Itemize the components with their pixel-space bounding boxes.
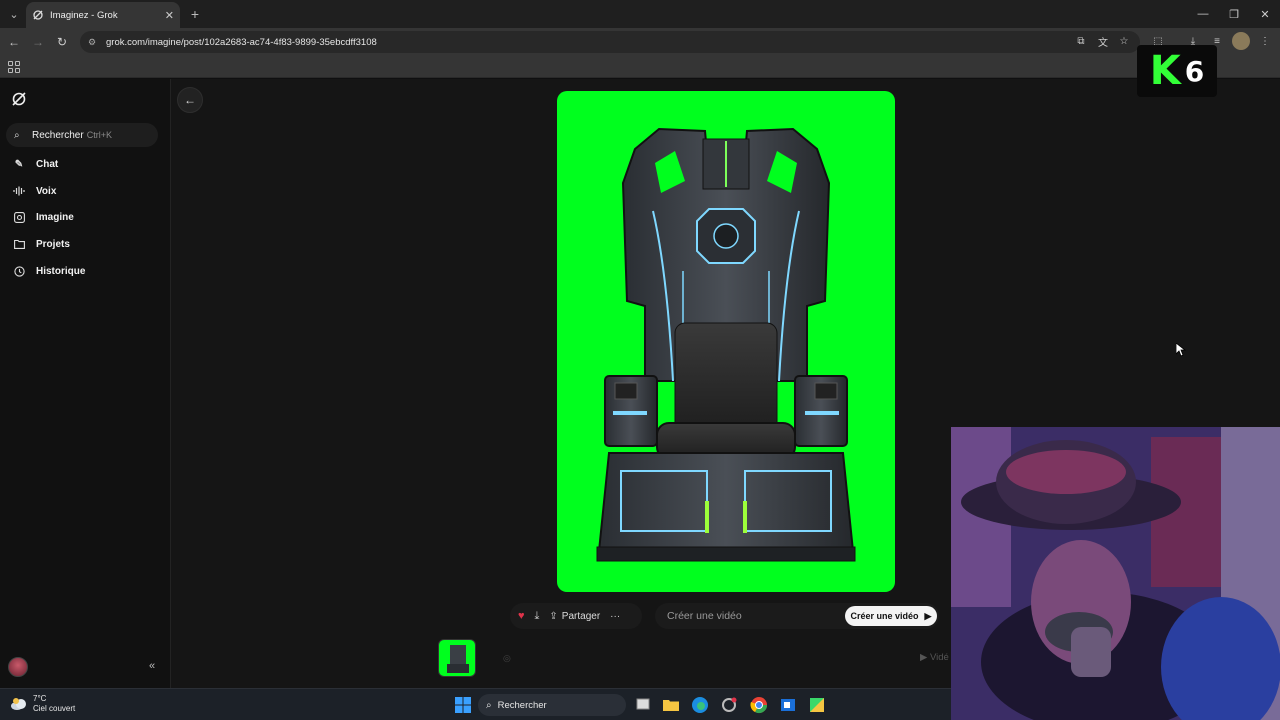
- bookmarks-bar: [0, 56, 1280, 78]
- cloud-icon: [11, 698, 26, 710]
- browser-toolbar: ← → ↻ ⚙ grok.com/imagine/post/102a2683-a…: [0, 28, 1280, 56]
- sidebar-item-label: Historique: [36, 265, 86, 277]
- install-app-icon[interactable]: ⧉: [1072, 32, 1090, 50]
- site-settings-icon[interactable]: ⚙: [88, 37, 102, 48]
- sidebar-item-voix[interactable]: Voix: [8, 180, 158, 202]
- search-label: Rechercher: [32, 129, 84, 141]
- throne-illustration: [596, 127, 856, 562]
- windows-taskbar: 7°C Ciel couvert ⌕ Rechercher: [0, 688, 951, 720]
- edge-browser-icon[interactable]: [691, 696, 709, 714]
- heart-icon[interactable]: ♥: [518, 610, 525, 622]
- window-close-icon[interactable]: ✕: [1250, 4, 1280, 24]
- outlook-icon[interactable]: [779, 696, 797, 714]
- grok-logo-icon[interactable]: [11, 91, 27, 107]
- chrome-browser-icon[interactable]: [750, 696, 768, 714]
- sidebar-item-label: Projets: [36, 238, 70, 250]
- history-icon: [12, 264, 26, 278]
- image-actions-bar: ♥ ⤓ ⇪ Partager ···: [510, 603, 642, 629]
- search-icon: ⌕: [14, 129, 20, 141]
- taskbar-search-label: Rechercher: [497, 699, 547, 711]
- taskbar-search[interactable]: ⌕ Rechercher: [478, 694, 626, 716]
- sidebar-search[interactable]: ⌕ Rechercher Ctrl+K: [6, 123, 158, 147]
- minimize-icon[interactable]: —: [1188, 4, 1218, 24]
- badge-letter: K: [1149, 48, 1181, 94]
- share-button[interactable]: Partager: [562, 611, 600, 622]
- generated-image[interactable]: [557, 91, 895, 592]
- forward-arrow-icon[interactable]: →: [28, 32, 48, 52]
- edit-icon: ✎: [14, 158, 24, 170]
- new-tab-icon[interactable]: +: [186, 5, 204, 23]
- more-options-icon[interactable]: ···: [610, 611, 620, 622]
- url-text: grok.com/imagine/post/102a2683-ac74-4f83…: [106, 36, 377, 48]
- channel-badge: K 6: [1137, 45, 1217, 97]
- reload-icon[interactable]: ↻: [52, 32, 72, 52]
- windows-start-icon[interactable]: [454, 696, 472, 714]
- weather-text: Ciel couvert: [33, 704, 76, 713]
- play-icon: ▶: [924, 610, 932, 621]
- sidebar-item-historique[interactable]: Historique: [8, 260, 158, 282]
- tab-search-menu-icon[interactable]: ⌄: [4, 4, 24, 24]
- share-icon[interactable]: ⇪: [549, 611, 557, 622]
- tab-title: Imaginez - Grok: [50, 9, 118, 21]
- user-avatar[interactable]: [8, 657, 28, 677]
- temperature: 7°C: [33, 694, 47, 703]
- download-icon[interactable]: ⤓: [535, 610, 540, 623]
- file-explorer-icon[interactable]: [662, 696, 680, 714]
- search-shortcut: Ctrl+K: [86, 130, 112, 140]
- restore-icon[interactable]: ❐: [1219, 4, 1249, 24]
- sidebar-item-label: Voix: [36, 185, 57, 197]
- settings-app-icon[interactable]: [720, 696, 738, 714]
- collapse-sidebar-icon[interactable]: «: [145, 659, 159, 673]
- browser-tab-bar: ⌄ Imaginez - Grok ✕ + — ❐ ✕: [0, 0, 1280, 28]
- badge-number: 6: [1184, 54, 1205, 88]
- thumbnail-indicator-icon: ◎: [503, 653, 511, 663]
- voice-icon: [12, 184, 26, 198]
- create-video-button[interactable]: Créer une vidéo ▶: [845, 606, 937, 626]
- sidebar-item-label: Chat: [36, 158, 59, 170]
- address-bar[interactable]: ⚙ grok.com/imagine/post/102a2683-ac74-4f…: [80, 31, 1140, 53]
- profile-avatar-icon[interactable]: [1232, 32, 1250, 50]
- webcam-overlay: [951, 427, 1280, 720]
- video-hint: ▶ Vidé: [920, 652, 949, 663]
- back-button[interactable]: ←: [177, 87, 203, 113]
- sidebar: ⌕ Rechercher Ctrl+K ✎ Chat Voix Imagine …: [0, 79, 171, 688]
- create-video-label: Créer une vidéo: [850, 611, 919, 621]
- folder-icon: [12, 237, 26, 251]
- search-icon: ⌕: [486, 699, 492, 711]
- photos-app-icon[interactable]: [808, 696, 826, 714]
- image-thumbnail[interactable]: [438, 639, 476, 677]
- sidebar-item-imagine[interactable]: Imagine: [8, 206, 158, 228]
- translate-icon[interactable]: 文: [1094, 32, 1112, 50]
- bookmark-star-icon[interactable]: ☆: [1115, 32, 1133, 50]
- weather-widget[interactable]: 7°C Ciel couvert: [10, 694, 75, 714]
- imagine-icon: [12, 210, 26, 224]
- tab-close-icon[interactable]: ✕: [165, 9, 174, 22]
- sidebar-item-chat[interactable]: ✎ Chat: [8, 153, 158, 175]
- browser-menu-icon[interactable]: ⋮: [1256, 32, 1274, 50]
- sidebar-item-projets[interactable]: Projets: [8, 233, 158, 255]
- browser-tab[interactable]: Imaginez - Grok ✕: [26, 2, 180, 28]
- task-view-icon[interactable]: [634, 696, 652, 714]
- sidebar-item-label: Imagine: [36, 211, 74, 223]
- apps-grid-icon[interactable]: [8, 61, 20, 73]
- mouse-cursor-icon: [1176, 343, 1186, 357]
- back-arrow-icon[interactable]: ←: [4, 32, 24, 52]
- grok-favicon-icon: [33, 10, 43, 20]
